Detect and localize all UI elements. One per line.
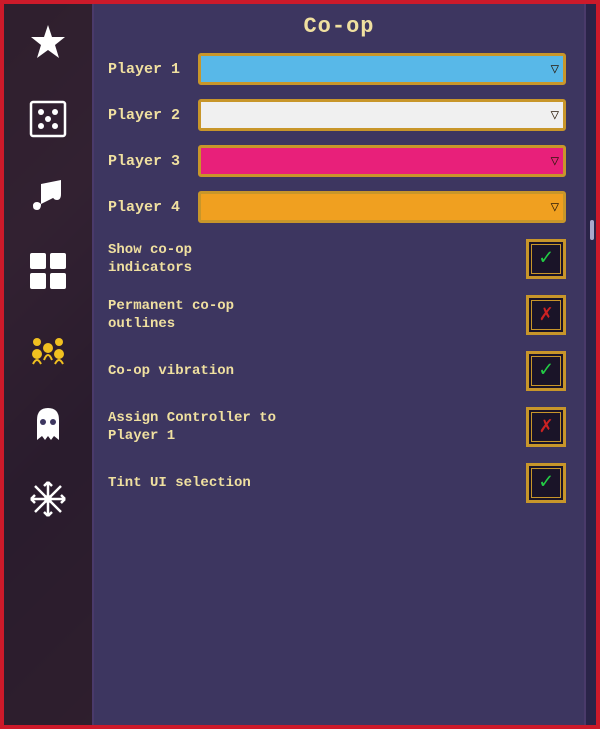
player-4-color-fill [201,194,563,220]
player-2-color-dropdown[interactable]: ▽ [198,99,566,131]
player-4-label: Player 4 [108,199,198,216]
player-3-label: Player 3 [108,153,198,170]
sidebar [4,4,94,725]
toggle-3-checkbox[interactable]: ✓ [526,351,566,391]
toggle-4-check-icon: ✗ [539,416,552,438]
sidebar-item-coop[interactable] [19,318,77,376]
sidebar-item-dice[interactable] [19,242,77,300]
player-2-row: Player 2 ▽ [108,99,566,131]
player-1-color-fill [201,56,563,82]
sidebar-item-star[interactable] [19,14,77,72]
toggle-2-checkbox[interactable]: ✗ [526,295,566,335]
main-frame: Co-op Player 1▽Player 2▽Player 3▽Player … [0,0,600,729]
toggle-1-row: Show co-op indicators ✓ [108,237,566,281]
toggle-2-label: Permanent co-op outlines [108,297,518,333]
player-4-color-dropdown[interactable]: ▽ [198,191,566,223]
player-2-label: Player 2 [108,107,198,124]
page-title: Co-op [108,14,570,39]
toggle-1-check-icon: ✓ [539,248,552,270]
toggle-4-checkbox[interactable]: ✗ [526,407,566,447]
main-panel: Co-op Player 1▽Player 2▽Player 3▽Player … [94,4,584,725]
toggle-5-check-icon: ✓ [539,472,552,494]
toggle-3-row: Co-op vibration ✓ [108,349,566,393]
toggle-5-row: Tint UI selection ✓ [108,461,566,505]
sidebar-item-snowflake[interactable] [19,470,77,528]
scrollbar-thumb[interactable] [590,220,594,240]
sidebar-item-effects[interactable] [19,90,77,148]
toggle-4-row: Assign Controller to Player 1 ✗ [108,405,566,449]
toggle-4-label: Assign Controller to Player 1 [108,409,518,445]
toggle-5-checkbox[interactable]: ✓ [526,463,566,503]
player-3-row: Player 3 ▽ [108,145,566,177]
player-4-dropdown-arrow: ▽ [551,199,559,216]
player-1-label: Player 1 [108,61,198,78]
player-4-row: Player 4 ▽ [108,191,566,223]
right-border [584,4,596,725]
toggle-2-check-icon: ✗ [539,304,552,326]
player-1-row: Player 1 ▽ [108,53,566,85]
player-1-color-dropdown[interactable]: ▽ [198,53,566,85]
scroll-area[interactable]: Player 1 ▽ Player 2 ▽ Player 3 ▽ Player 4 ▽ Sho… [108,53,570,715]
toggle-2-row: Permanent co-op outlines ✗ [108,293,566,337]
player-3-dropdown-arrow: ▽ [551,153,559,170]
player-3-color-dropdown[interactable]: ▽ [198,145,566,177]
sidebar-item-ghost[interactable] [19,394,77,452]
toggle-1-label: Show co-op indicators [108,241,518,277]
toggle-1-checkbox[interactable]: ✓ [526,239,566,279]
toggle-5-label: Tint UI selection [108,474,518,492]
player-3-color-fill [201,148,563,174]
player-2-dropdown-arrow: ▽ [551,107,559,124]
sidebar-item-music[interactable] [19,166,77,224]
toggle-3-check-icon: ✓ [539,360,552,382]
player-2-color-fill [201,102,563,128]
player-1-dropdown-arrow: ▽ [551,61,559,78]
toggle-3-label: Co-op vibration [108,362,518,380]
